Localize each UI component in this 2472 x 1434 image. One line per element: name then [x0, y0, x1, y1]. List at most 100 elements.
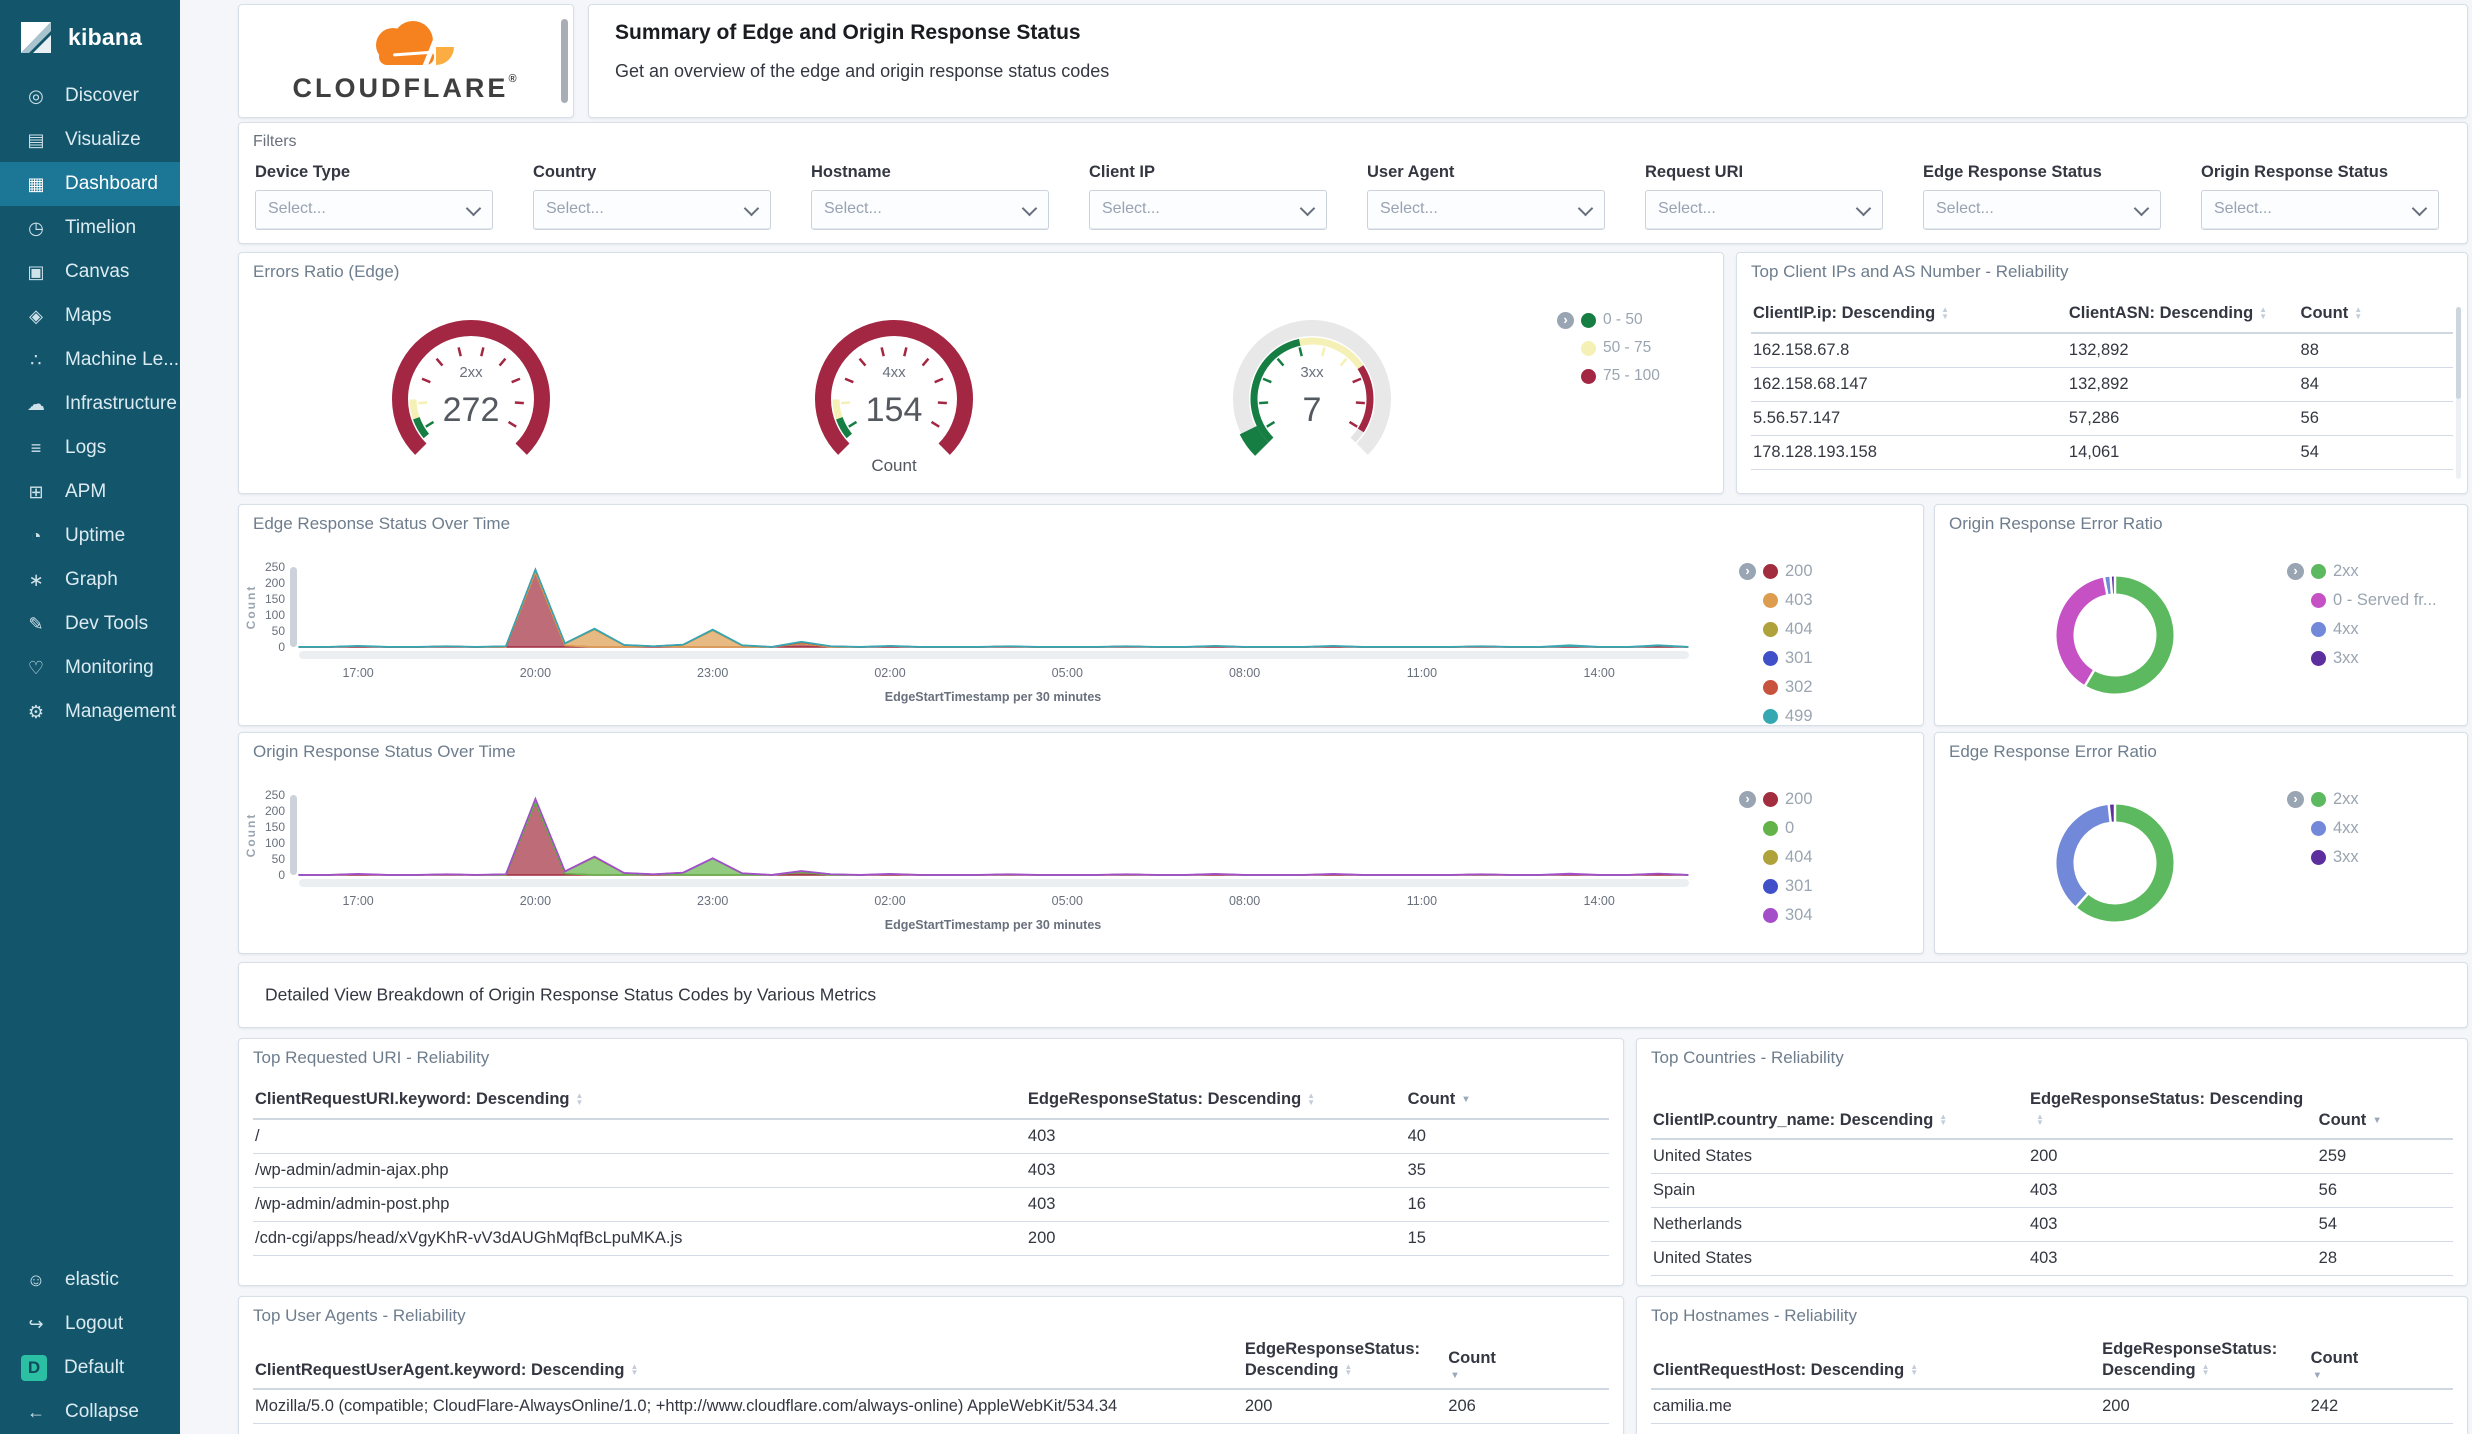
column-header-edgeresponsestatus-descending[interactable]: EdgeResponseStatus: Descending ▲ ▼	[1242, 1333, 1447, 1391]
sidebar-item-dashboard[interactable]: ▦ Dashboard	[0, 162, 180, 206]
table-cell: 403	[1025, 1187, 1406, 1222]
sidebar-item-logout[interactable]: ↪ Logout	[0, 1302, 180, 1346]
legend-item-403[interactable]: 403	[1739, 591, 1813, 610]
y-axis-handle[interactable]	[290, 567, 297, 647]
legend-expand-icon[interactable]: ›	[1739, 563, 1756, 580]
legend-spacer	[1557, 340, 1574, 357]
legend-item-404[interactable]: 404	[1739, 848, 1813, 867]
chart-legend: › 200 403 404 301 302 499	[1739, 562, 1813, 736]
donut-slice-2xx[interactable]	[2085, 576, 2174, 694]
sidebar-item-infrastructure[interactable]: ☁ Infrastructure	[0, 382, 180, 426]
legend-expand-icon[interactable]: ›	[1739, 791, 1756, 808]
legend-item-499[interactable]: 499	[1739, 707, 1813, 726]
sidebar-item-maps[interactable]: ◈ Maps	[0, 294, 180, 338]
filter-select-edge-response-status[interactable]: Select...	[1923, 190, 2161, 230]
y-tick-label: 150	[265, 592, 285, 606]
area-series-200	[299, 800, 1688, 876]
filter-select-device-type[interactable]: Select...	[255, 190, 493, 230]
kibana-logo[interactable]: kibana	[0, 0, 180, 74]
column-header-clientrequesthost-descending[interactable]: ClientRequestHost: Descending ▲ ▼	[1651, 1333, 2101, 1391]
logo-panel-scrollbar[interactable]	[561, 19, 568, 103]
table-row: 162.158.68.147 132,892 84	[1751, 367, 2453, 402]
table-cell: 14,061	[2066, 435, 2299, 470]
filter-select-user-agent[interactable]: Select...	[1367, 190, 1605, 230]
sidebar-item-elastic[interactable]: ☺ elastic	[0, 1258, 180, 1302]
x-tick-label: 23:00	[697, 894, 728, 908]
legend-item-0-served-fr[interactable]: 0 - Served fr...	[2287, 591, 2437, 610]
legend-item-0-50[interactable]: › 0 - 50	[1557, 311, 1660, 329]
legend-color-dot	[1763, 792, 1778, 807]
column-header-count[interactable]: Count ▼	[2316, 1083, 2453, 1141]
column-header-count[interactable]: Count ▼	[1405, 1083, 1609, 1120]
donut-slice-2xx[interactable]	[2076, 804, 2174, 922]
sidebar-item-timelion[interactable]: ◷ Timelion	[0, 206, 180, 250]
time-axis-band[interactable]	[299, 879, 1689, 887]
legend-label: 301	[1785, 649, 1813, 667]
legend-expand-icon[interactable]: ›	[1557, 311, 1574, 329]
legend-item-404[interactable]: 404	[1739, 620, 1813, 639]
donut-slice-0-served-fr[interactable]	[2056, 577, 2108, 686]
column-header-count[interactable]: Count ▼	[2308, 1333, 2453, 1391]
column-header-edgeresponsestatus-descending[interactable]: EdgeResponseStatus: Descending ▲ ▼	[2027, 1083, 2317, 1141]
sidebar-item-dev-tools[interactable]: ✎ Dev Tools	[0, 602, 180, 646]
column-header-count[interactable]: Count ▼	[1446, 1333, 1609, 1391]
sidebar-item-apm[interactable]: ⊞ APM	[0, 470, 180, 514]
sidebar-item-graph[interactable]: ∗ Graph	[0, 558, 180, 602]
table-cell: Netherlands	[1651, 1207, 2028, 1243]
legend-item-0[interactable]: 0	[1739, 819, 1813, 838]
column-header-clientip-ip-descending[interactable]: ClientIP.ip: Descending ▲ ▼	[1751, 297, 2067, 334]
legend-item-301[interactable]: 301	[1739, 649, 1813, 668]
apm-icon: ⊞	[28, 481, 44, 502]
filter-select-country[interactable]: Select...	[533, 190, 771, 230]
legend-item-200[interactable]: › 200	[1739, 562, 1813, 581]
donut-slice-4xx[interactable]	[2056, 804, 2111, 907]
legend-item-3xx[interactable]: 3xx	[2287, 848, 2359, 867]
legend-item-301[interactable]: 301	[1739, 877, 1813, 896]
legend-item-3xx[interactable]: 3xx	[2287, 649, 2437, 668]
sidebar-item-canvas[interactable]: ▣ Canvas	[0, 250, 180, 294]
table-scrollbar-thumb[interactable]	[2456, 307, 2461, 399]
time-axis-band[interactable]	[299, 651, 1689, 659]
legend-item-2xx[interactable]: › 2xx	[2287, 790, 2359, 809]
sidebar-item-discover[interactable]: ◎ Discover	[0, 74, 180, 118]
legend-item-4xx[interactable]: 4xx	[2287, 819, 2359, 838]
legend-item-302[interactable]: 302	[1739, 678, 1813, 697]
column-header-clientrequesturi-keyword-descending[interactable]: ClientRequestURI.keyword: Descending ▲ ▼	[253, 1083, 1026, 1120]
legend-item-4xx[interactable]: 4xx	[2287, 620, 2437, 639]
sidebar-item-visualize[interactable]: ▤ Visualize	[0, 118, 180, 162]
filter-select-request-uri[interactable]: Select...	[1645, 190, 1883, 230]
sidebar-item-logs[interactable]: ≡ Logs	[0, 426, 180, 470]
filter-field-hostname: Hostname Select...	[811, 163, 1049, 230]
sidebar-item-uptime[interactable]: ◔ Uptime	[0, 514, 180, 558]
sidebar-item-collapse[interactable]: ← Collapse	[0, 1390, 180, 1434]
filter-select-client-ip[interactable]: Select...	[1089, 190, 1327, 230]
column-header-count[interactable]: Count ▲ ▼	[2298, 297, 2453, 334]
legend-item-2xx[interactable]: › 2xx	[2287, 562, 2437, 581]
column-header-clientasn-descending[interactable]: ClientASN: Descending ▲ ▼	[2066, 297, 2299, 334]
x-tick-label: 08:00	[1229, 894, 1260, 908]
column-header-edgeresponsestatus-descending[interactable]: EdgeResponseStatus: Descending ▲ ▼	[2100, 1333, 2309, 1391]
gauge-value: 7	[1303, 391, 1322, 429]
legend-label: 4xx	[2333, 819, 2359, 837]
sort-icon: ▲ ▼	[1307, 1091, 1316, 1107]
legend-expand-icon[interactable]: ›	[2287, 563, 2304, 580]
column-header-edgeresponsestatus-descending[interactable]: EdgeResponseStatus: Descending ▲ ▼	[1025, 1083, 1406, 1120]
legend-item-50-75[interactable]: 50 - 75	[1557, 339, 1660, 357]
filter-select-origin-response-status[interactable]: Select...	[2201, 190, 2439, 230]
legend-expand-icon[interactable]: ›	[2287, 791, 2304, 808]
filter-field-label: Origin Response Status	[2201, 163, 2389, 181]
column-header-clientip-country-name-descending[interactable]: ClientIP.country_name: Descending ▲ ▼	[1651, 1083, 2028, 1141]
legend-item-200[interactable]: › 200	[1739, 790, 1813, 809]
legend-item-75-100[interactable]: 75 - 100	[1557, 367, 1660, 385]
sidebar-item-management[interactable]: ⚙ Management	[0, 690, 180, 734]
sidebar-item-default[interactable]: D Default	[0, 1346, 180, 1390]
panel-top-hostnames: Top Hostnames - Reliability ClientReques…	[1636, 1296, 2468, 1434]
y-axis-handle[interactable]	[290, 795, 297, 875]
legend-item-304[interactable]: 304	[1739, 906, 1813, 925]
legend-color-dot	[2311, 622, 2326, 637]
column-header-clientrequestuseragent-keyword-descending[interactable]: ClientRequestUserAgent.keyword: Descendi…	[253, 1333, 1243, 1391]
filter-select-hostname[interactable]: Select...	[811, 190, 1049, 230]
legend-label: 3xx	[2333, 848, 2359, 866]
sidebar-item-machine-le[interactable]: ∴ Machine Le...	[0, 338, 180, 382]
sidebar-item-monitoring[interactable]: ♡ Monitoring	[0, 646, 180, 690]
